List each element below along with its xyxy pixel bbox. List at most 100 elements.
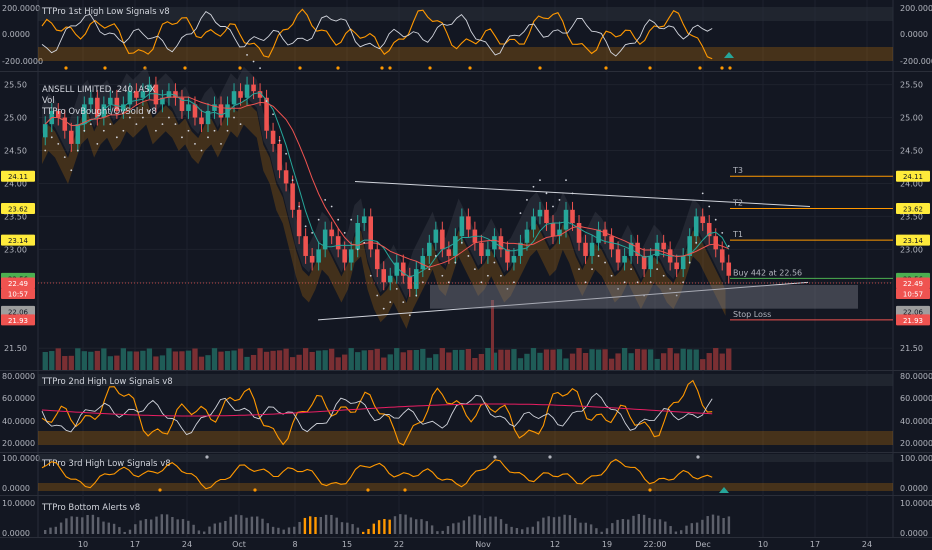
p2-tick-left: 40.0000: [2, 417, 35, 426]
chart-canvas[interactable]: 10 17 24 Oct 8 15 22 Nov 12 19 22:00 Dec 10 17 24 25.50…: [0, 0, 932, 550]
volume-bar: [700, 359, 706, 370]
candle[interactable]: [407, 275, 413, 289]
candle[interactable]: [368, 216, 374, 250]
candle[interactable]: [433, 229, 439, 243]
candle[interactable]: [641, 255, 647, 270]
volume-bar: [472, 357, 478, 370]
candle[interactable]: [453, 236, 458, 256]
candle[interactable]: [719, 249, 725, 263]
candle[interactable]: [544, 209, 549, 223]
candle[interactable]: [381, 269, 387, 283]
candle[interactable]: [674, 262, 679, 270]
alert-bar: [616, 519, 619, 534]
candle[interactable]: [693, 216, 699, 237]
candle[interactable]: [277, 143, 282, 171]
candle[interactable]: [706, 223, 712, 237]
candle[interactable]: [199, 117, 204, 125]
candle[interactable]: [309, 255, 315, 263]
sar-dot: [695, 241, 698, 244]
volume-bar: [674, 353, 680, 370]
candle[interactable]: [348, 249, 354, 263]
candle[interactable]: [648, 255, 653, 270]
volume-bar: [413, 349, 419, 370]
candle[interactable]: [680, 255, 686, 270]
alert-bar: [229, 516, 232, 534]
candle[interactable]: [459, 216, 465, 237]
volume-bar: [289, 357, 296, 370]
right-price-box-text: 23.62: [903, 206, 923, 214]
candle[interactable]: [75, 124, 81, 144]
candle[interactable]: [42, 124, 48, 138]
alert-bar: [563, 514, 566, 534]
candle[interactable]: [440, 229, 445, 250]
p3-tick-right: 0.0000: [900, 484, 928, 493]
candle[interactable]: [414, 269, 419, 289]
volume-bar: [75, 348, 81, 370]
candle[interactable]: [661, 242, 666, 250]
sar-dot: [376, 294, 379, 297]
candle[interactable]: [244, 84, 250, 98]
candle[interactable]: [537, 209, 543, 217]
candle[interactable]: [583, 242, 588, 256]
alert-bar: [377, 520, 381, 534]
candle[interactable]: [374, 249, 380, 270]
candle[interactable]: [283, 170, 289, 184]
alert-bar: [690, 523, 693, 534]
candle[interactable]: [420, 255, 426, 270]
sar-dot: [708, 205, 711, 208]
candle[interactable]: [446, 249, 452, 256]
candle[interactable]: [270, 130, 276, 144]
candle[interactable]: [88, 97, 94, 105]
p3-signal-dot: [648, 488, 652, 492]
candle[interactable]: [387, 275, 393, 283]
candle[interactable]: [303, 236, 308, 256]
candle[interactable]: [290, 183, 295, 210]
main-indicator-title: TTPro OvBought/OvSold v8: [41, 107, 157, 117]
candle[interactable]: [218, 104, 224, 118]
candle[interactable]: [563, 209, 569, 230]
alert-bar: [727, 516, 731, 534]
candle[interactable]: [316, 249, 321, 263]
candle[interactable]: [622, 255, 627, 263]
candle[interactable]: [335, 236, 341, 250]
candle[interactable]: [69, 130, 74, 144]
sar-dot: [102, 129, 105, 132]
candle[interactable]: [596, 229, 601, 243]
candle[interactable]: [589, 242, 595, 256]
candle[interactable]: [713, 236, 719, 250]
candle[interactable]: [726, 262, 732, 276]
alert-bar: [685, 525, 688, 534]
sar-dot: [434, 255, 437, 257]
candle[interactable]: [231, 91, 237, 105]
candle[interactable]: [479, 242, 484, 256]
candle[interactable]: [531, 216, 536, 230]
candle[interactable]: [329, 229, 334, 237]
entry-zone-box[interactable]: [430, 284, 858, 309]
candle[interactable]: [485, 249, 491, 256]
price-tick-right: 24.50: [900, 147, 923, 156]
volume-bar: [407, 350, 413, 370]
alert-bar: [128, 529, 132, 534]
candle[interactable]: [427, 242, 432, 256]
candle[interactable]: [511, 255, 517, 263]
candle[interactable]: [550, 223, 556, 237]
sar-dot: [200, 149, 203, 152]
alert-bar: [648, 517, 651, 534]
candle[interactable]: [524, 229, 530, 243]
volume-bar: [322, 350, 328, 370]
candle[interactable]: [186, 104, 191, 111]
candle[interactable]: [238, 91, 243, 98]
candle[interactable]: [700, 216, 705, 223]
candle[interactable]: [615, 249, 621, 263]
p3-tick-right: 100.0000: [900, 454, 932, 463]
candle[interactable]: [466, 216, 471, 230]
x-tick-label: 8: [292, 540, 297, 549]
candle[interactable]: [296, 209, 302, 237]
candle[interactable]: [570, 209, 575, 223]
alert-bar: [160, 514, 163, 534]
candle[interactable]: [505, 249, 510, 263]
candle[interactable]: [342, 249, 347, 263]
candle[interactable]: [251, 84, 256, 92]
candle[interactable]: [361, 216, 367, 223]
candle[interactable]: [108, 97, 113, 105]
